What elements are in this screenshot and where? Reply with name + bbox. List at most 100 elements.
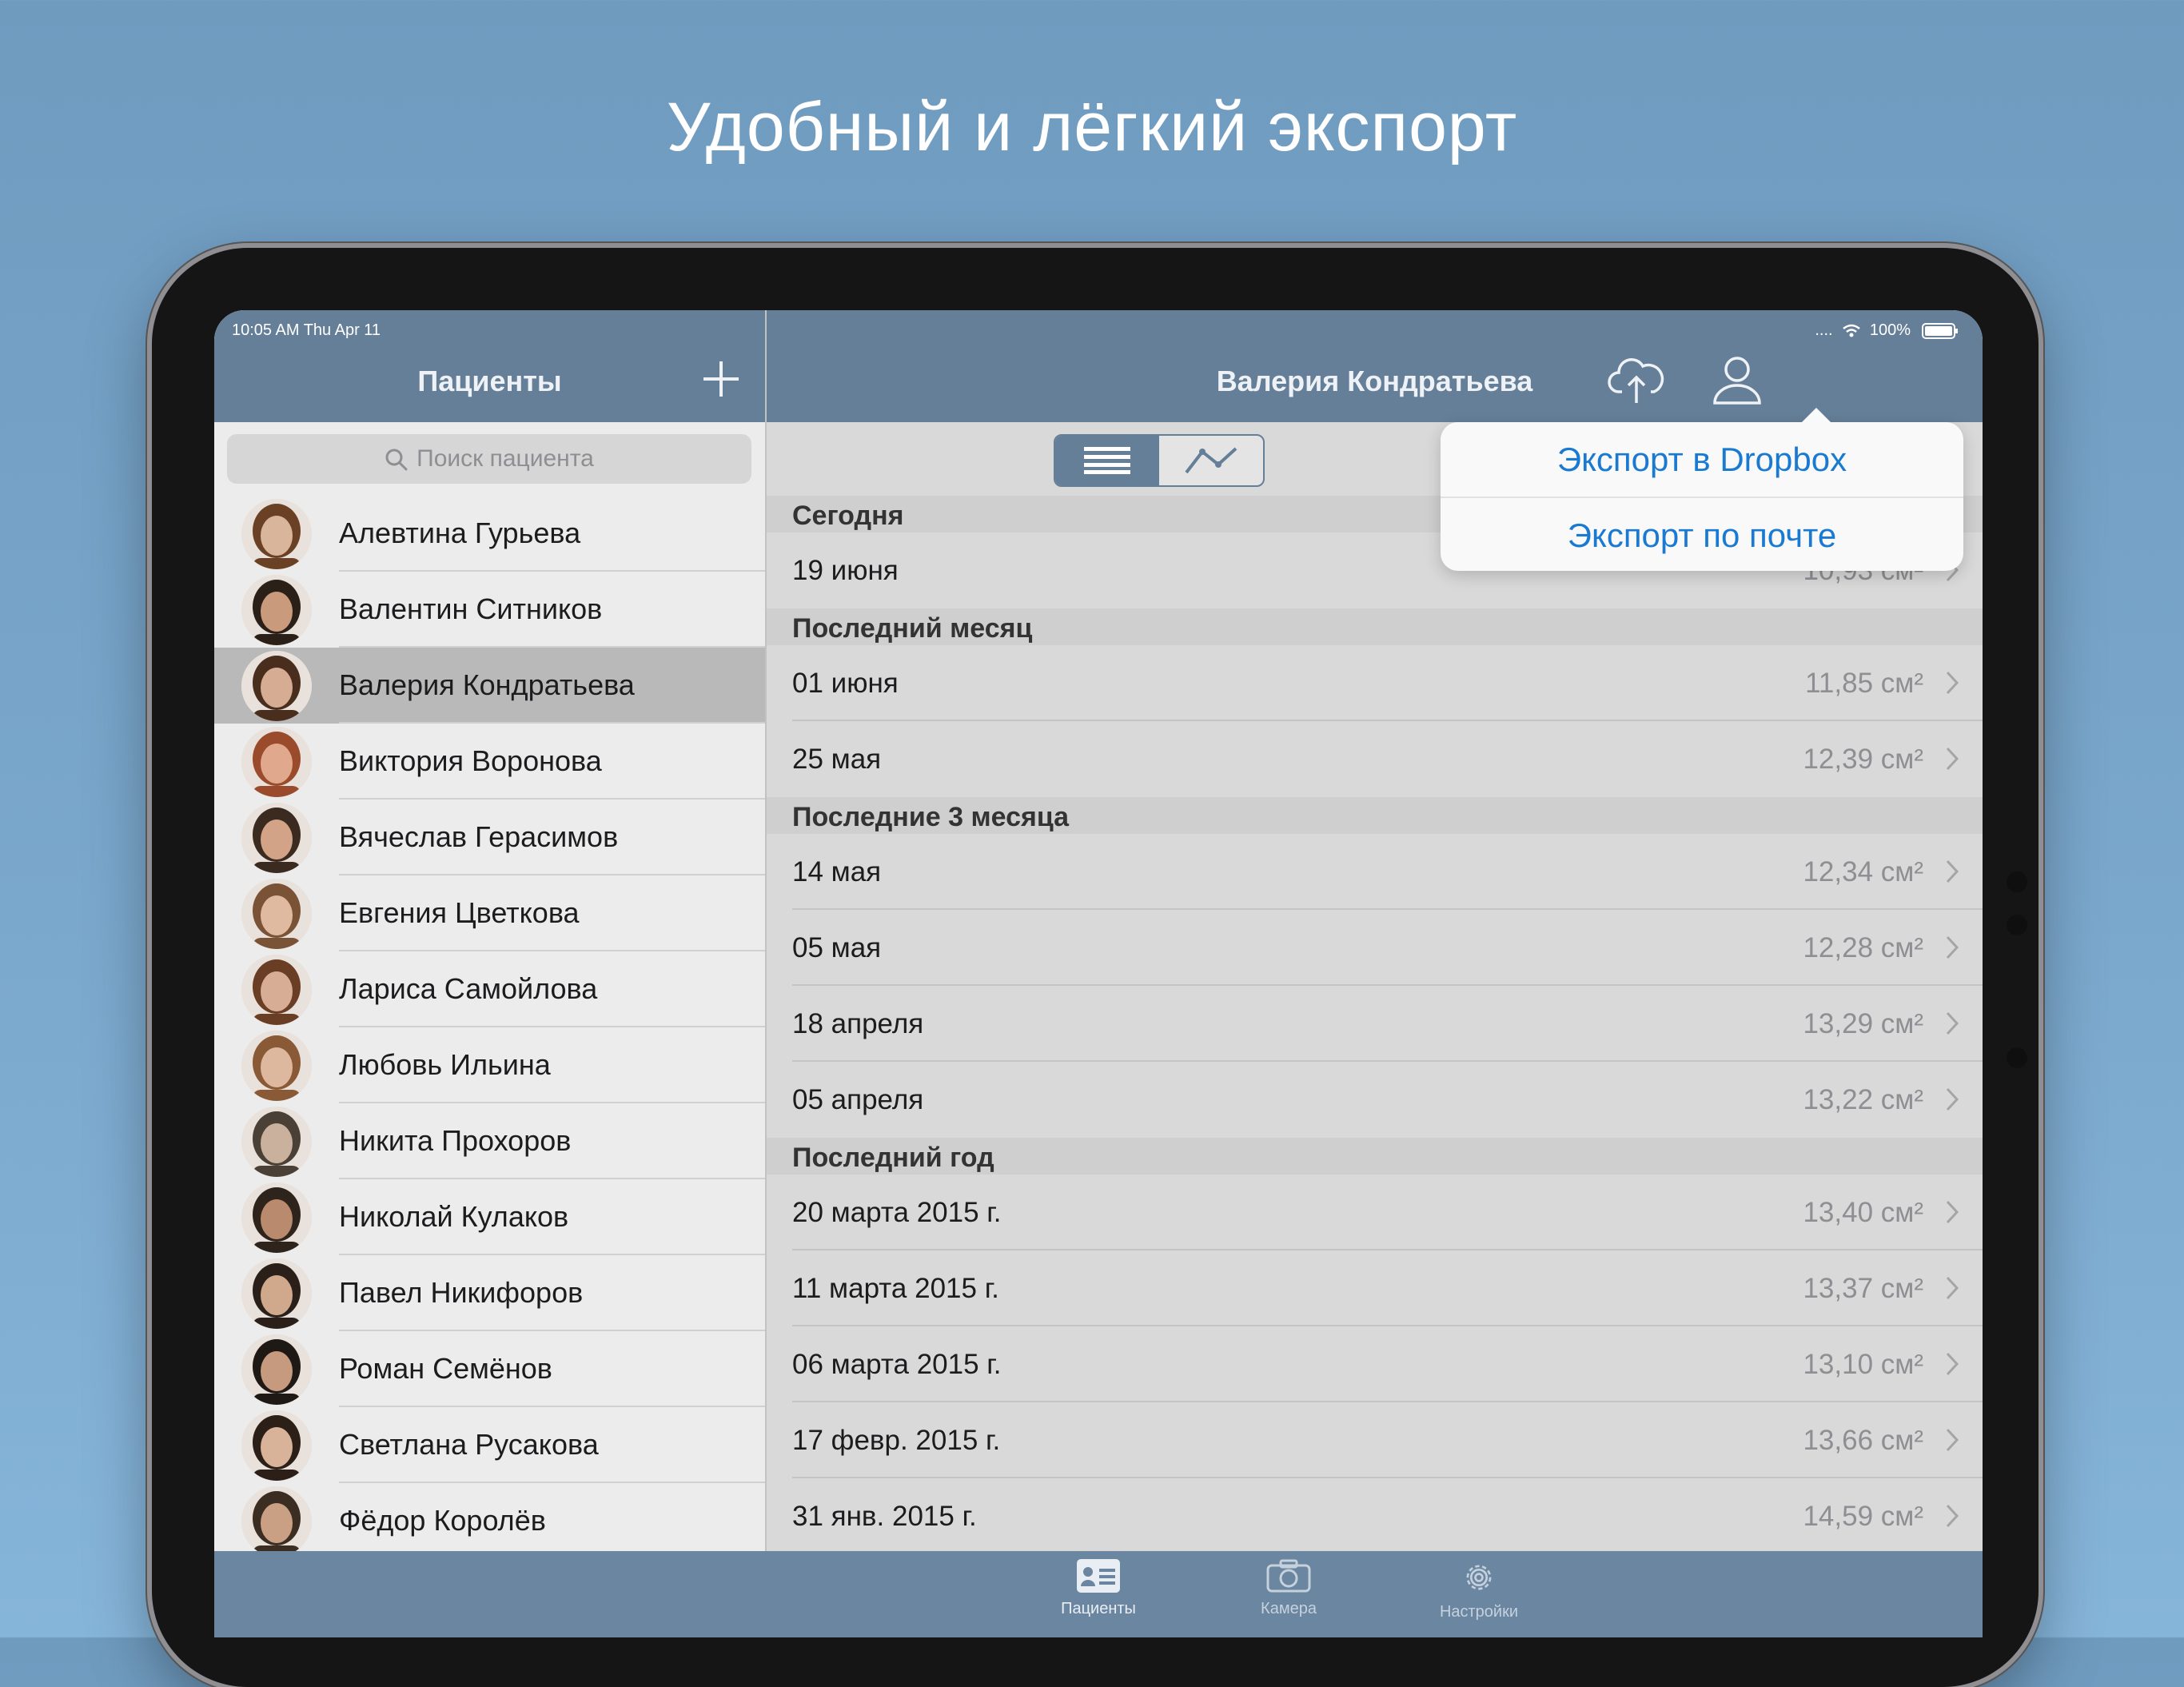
patient-row[interactable]: Светлана Русакова bbox=[214, 1407, 765, 1483]
patient-photo bbox=[241, 651, 312, 721]
patient-photo bbox=[241, 1486, 312, 1557]
measurement-row[interactable]: 25 мая 12,39 см² bbox=[767, 721, 1983, 797]
measurement-row[interactable]: 18 апреля 13,29 см² bbox=[767, 986, 1983, 1062]
chart-view-segment[interactable] bbox=[1159, 436, 1263, 485]
chevron-right-icon bbox=[1946, 1352, 1959, 1376]
patient-photo bbox=[241, 879, 312, 949]
chevron-right-icon bbox=[1946, 859, 1959, 883]
patient-row[interactable]: Роман Семёнов bbox=[214, 1331, 765, 1407]
master-panel: 10:05 AM Thu Apr 11 Пациенты Поиск пацие… bbox=[214, 310, 765, 1559]
patient-row[interactable]: Никита Прохоров bbox=[214, 1103, 765, 1179]
avatar bbox=[241, 499, 312, 569]
section-title: Последний месяц bbox=[792, 613, 1033, 644]
measurement-area: 12,39 см² bbox=[1803, 744, 1923, 775]
battery-icon bbox=[1922, 323, 1958, 339]
status-right: .... 100% bbox=[1815, 321, 1911, 340]
measurement-area: 13,22 см² bbox=[1803, 1084, 1923, 1115]
avatar bbox=[241, 1486, 312, 1557]
avatar bbox=[241, 651, 312, 721]
search-icon bbox=[385, 449, 408, 471]
patient-photo bbox=[241, 803, 312, 873]
tab-patients-label: Пациенты bbox=[1061, 1600, 1136, 1617]
search-placeholder: Поиск пациента bbox=[416, 445, 594, 472]
chevron-right-icon bbox=[1946, 935, 1959, 959]
avatar bbox=[241, 1107, 312, 1177]
patient-row[interactable]: Фёдор Королёв bbox=[214, 1483, 765, 1559]
patient-photo bbox=[241, 727, 312, 797]
avatar bbox=[241, 727, 312, 797]
detail-title: Валерия Кондратьева bbox=[1216, 365, 1533, 397]
user-profile-icon[interactable] bbox=[1712, 353, 1763, 405]
tab-settings-label: Настройки bbox=[1439, 1603, 1519, 1621]
wifi-icon bbox=[1842, 324, 1860, 337]
patient-row[interactable]: Лариса Самойлова bbox=[214, 951, 765, 1027]
gear-icon bbox=[1466, 1565, 1492, 1590]
patient-name: Валентин Ситников bbox=[339, 592, 603, 625]
section-title: Последние 3 месяца bbox=[792, 802, 1070, 832]
list-view-segment[interactable] bbox=[1055, 436, 1159, 485]
measurement-row[interactable]: 06 марта 2015 г. 13,10 см² bbox=[767, 1326, 1983, 1402]
measurement-row[interactable]: 17 февр. 2015 г. 13,66 см² bbox=[767, 1402, 1983, 1478]
camera-dot bbox=[2007, 915, 2027, 935]
measurement-date: 31 янв. 2015 г. bbox=[792, 1501, 977, 1532]
patient-name: Роман Семёнов bbox=[339, 1352, 552, 1385]
status-time: 10:05 AM Thu Apr 11 bbox=[232, 321, 381, 339]
patient-name: Фёдор Королёв bbox=[339, 1504, 546, 1537]
patient-row[interactable]: Павел Никифоров bbox=[214, 1255, 765, 1331]
patient-row[interactable]: Евгения Цветкова bbox=[214, 875, 765, 951]
measurement-date: 18 апреля bbox=[792, 1008, 924, 1039]
patient-name: Светлана Русакова bbox=[339, 1428, 599, 1461]
measurement-date: 06 марта 2015 г. bbox=[792, 1349, 1002, 1380]
measurement-date: 01 июня bbox=[792, 668, 899, 699]
measurement-row[interactable]: 05 мая 12,28 см² bbox=[767, 910, 1983, 986]
export-email-button[interactable]: Экспорт по почте bbox=[1441, 498, 1963, 572]
patient-name: Евгения Цветкова bbox=[339, 896, 580, 929]
measurement-row[interactable]: 05 апреля 13,22 см² bbox=[767, 1062, 1983, 1138]
measurement-date: 17 февр. 2015 г. bbox=[792, 1425, 1001, 1456]
section-header: Последний год bbox=[767, 1138, 1983, 1175]
view-mode-segmented-control[interactable] bbox=[1054, 434, 1265, 487]
line-chart-icon bbox=[1185, 447, 1237, 474]
measurement-date: 25 мая bbox=[792, 744, 882, 775]
patient-photo bbox=[241, 499, 312, 569]
add-patient-button[interactable] bbox=[703, 361, 739, 397]
master-title: Пациенты bbox=[417, 365, 562, 397]
export-dropbox-button[interactable]: Экспорт в Dropbox bbox=[1441, 422, 1963, 497]
patient-row[interactable]: Вячеслав Герасимов bbox=[214, 800, 765, 875]
measurement-date: 05 апреля bbox=[792, 1084, 924, 1115]
measurement-row[interactable]: 31 янв. 2015 г. 14,59 см² bbox=[767, 1478, 1983, 1554]
measurement-date: 20 марта 2015 г. bbox=[792, 1197, 1002, 1228]
measurement-date: 19 июня bbox=[792, 555, 899, 586]
measurement-area: 12,34 см² bbox=[1803, 856, 1923, 887]
patient-row[interactable]: Валерия Кондратьева bbox=[214, 648, 765, 724]
patient-row[interactable]: Виктория Воронова bbox=[214, 724, 765, 800]
chevron-right-icon bbox=[1946, 1276, 1959, 1300]
battery-level: 100% bbox=[1869, 321, 1911, 339]
patient-row[interactable]: Алевтина Гурьева bbox=[214, 496, 765, 572]
camera-dot bbox=[2007, 1047, 2027, 1068]
tab-patients[interactable]: Пациенты bbox=[1018, 1559, 1178, 1618]
measurement-area: 11,85 см² bbox=[1805, 668, 1923, 699]
patient-name: Павел Никифоров bbox=[339, 1276, 584, 1309]
measurement-row[interactable]: 01 июня 11,85 см² bbox=[767, 645, 1983, 721]
search-input[interactable]: Поиск пациента bbox=[227, 434, 751, 484]
patient-photo bbox=[241, 1334, 312, 1405]
measurement-row[interactable]: 20 марта 2015 г. 13,40 см² bbox=[767, 1175, 1983, 1250]
cloud-upload-icon[interactable] bbox=[1608, 355, 1665, 406]
avatar bbox=[241, 955, 312, 1025]
tab-settings[interactable]: Настройки bbox=[1399, 1559, 1559, 1621]
patient-row[interactable]: Николай Кулаков bbox=[214, 1179, 765, 1255]
chevron-right-icon bbox=[1946, 1428, 1959, 1452]
patient-row[interactable]: Валентин Ситников bbox=[214, 572, 765, 648]
measurement-area: 14,59 см² bbox=[1803, 1501, 1923, 1532]
measurement-row[interactable]: 14 мая 12,34 см² bbox=[767, 834, 1983, 910]
camera-icon bbox=[1266, 1559, 1311, 1593]
tab-camera-label: Камера bbox=[1261, 1600, 1317, 1617]
avatar bbox=[241, 1410, 312, 1481]
chevron-right-icon bbox=[1946, 1011, 1959, 1035]
patient-row[interactable]: Любовь Ильина bbox=[214, 1027, 765, 1103]
avatar bbox=[241, 879, 312, 949]
measurement-date: 05 мая bbox=[792, 932, 882, 963]
tab-camera[interactable]: Камера bbox=[1209, 1559, 1369, 1618]
measurement-row[interactable]: 11 марта 2015 г. 13,37 см² bbox=[767, 1250, 1983, 1326]
